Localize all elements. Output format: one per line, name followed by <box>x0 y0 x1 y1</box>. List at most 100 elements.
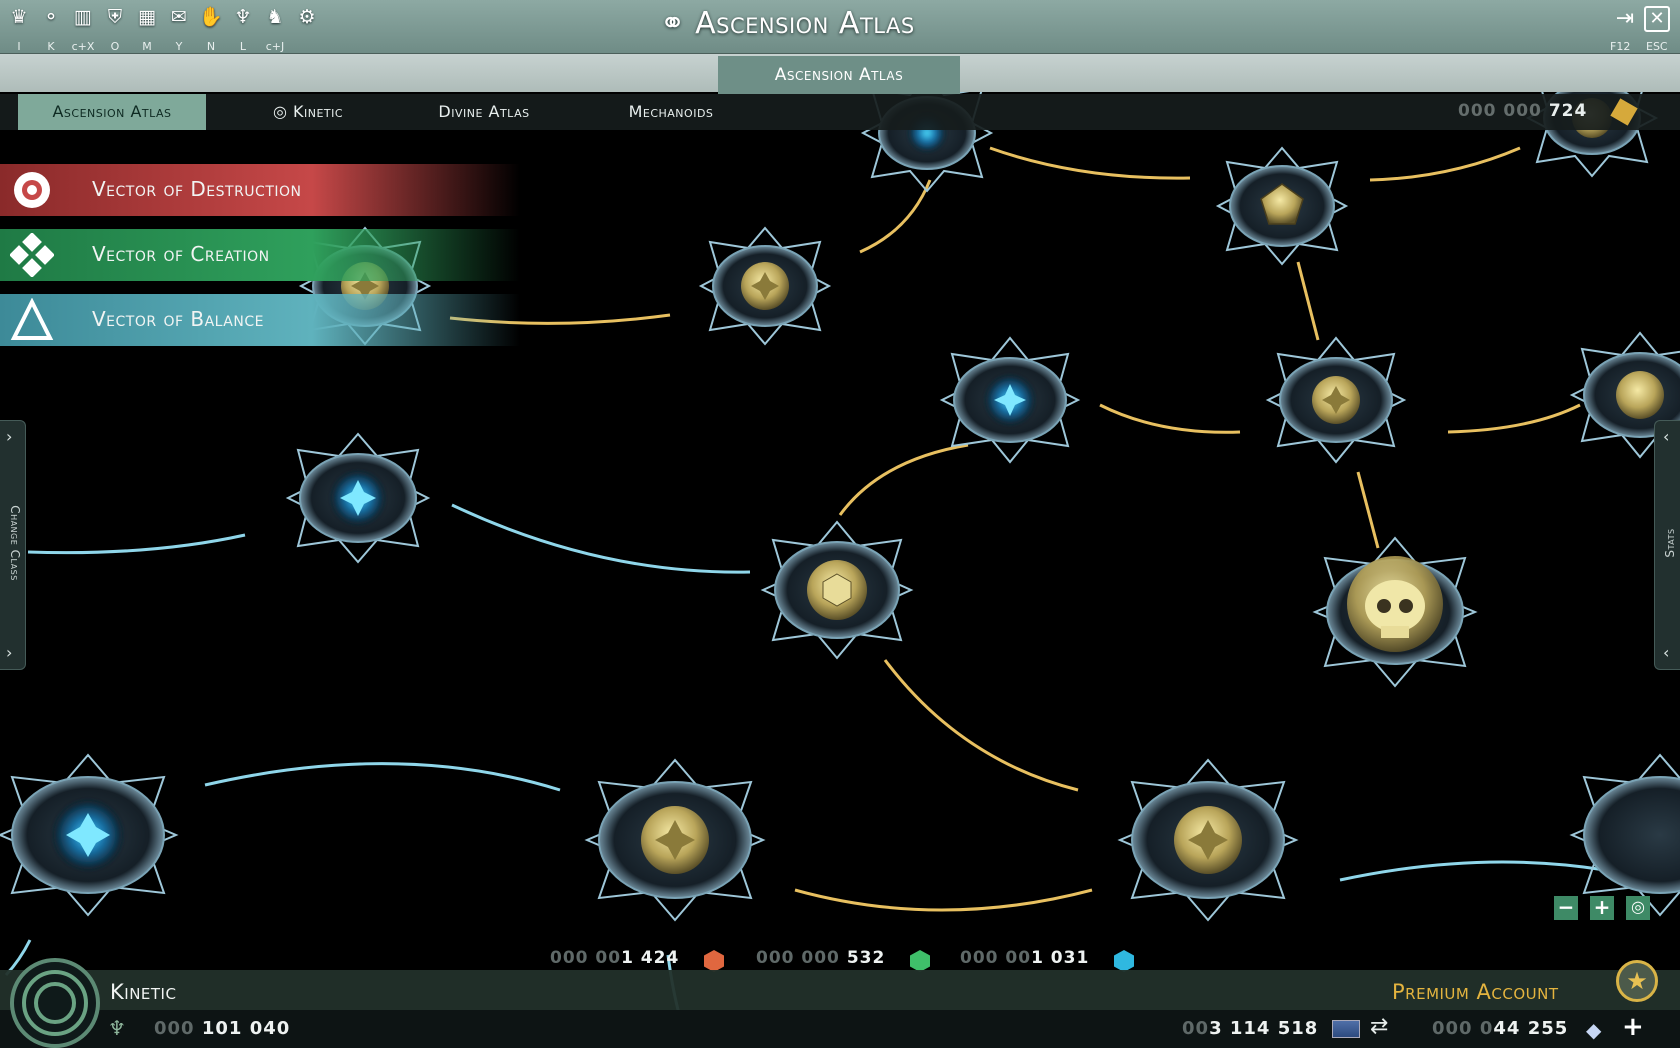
tab-divine-atlas[interactable]: Divine Atlas <box>428 94 540 130</box>
resource-value: 44 255 <box>1493 1018 1569 1039</box>
resource-value: 724 <box>1548 101 1588 121</box>
resource-counter-green: 000 000 532 <box>756 948 885 968</box>
hotkey-label: O <box>110 40 120 53</box>
settings-icon[interactable]: ⚙ <box>294 4 320 30</box>
credits-card-icon <box>1332 1020 1360 1038</box>
resource-padding: 000 0 <box>1432 1018 1494 1039</box>
mount-icon[interactable]: ♞ <box>262 4 288 30</box>
ascension-points-icon: ♆ <box>108 1016 126 1040</box>
network-icon[interactable]: ⚬ <box>38 4 64 30</box>
vector-label: Vector of Destruction <box>92 177 302 201</box>
gold-links <box>449 146 1581 912</box>
center-view-button[interactable]: ◎ <box>1626 896 1650 920</box>
resource-value: 1 424 <box>621 948 680 968</box>
kinetic-icon: ◎ <box>272 102 293 121</box>
zoom-in-button[interactable]: + <box>1590 896 1614 920</box>
window-title: ⚭ Ascension Atlas <box>660 6 915 41</box>
clan-icon[interactable]: ♆ <box>230 4 256 30</box>
vector-creation[interactable]: Vector of Creation <box>0 229 520 281</box>
vector-label: Vector of Creation <box>92 242 270 266</box>
hotkey-label: I <box>17 40 21 53</box>
exchange-icon[interactable]: ⇄ <box>1370 1014 1388 1039</box>
subheader-tab-ascension-atlas[interactable]: Ascension Atlas <box>718 56 960 94</box>
chat-icon[interactable]: ✉ <box>166 4 192 30</box>
atlas-node[interactable] <box>1265 336 1407 464</box>
alert-icon[interactable]: ♛ <box>6 4 32 30</box>
app-title: Ascension Atlas <box>695 6 915 41</box>
atlas-map[interactable] <box>0 0 1680 1048</box>
resource-padding: 000 000 <box>756 948 840 968</box>
resource-padding: 000 00 <box>550 948 622 968</box>
resource-counter-orange: 000 001 424 <box>550 948 679 968</box>
resource-value: 101 040 <box>201 1018 291 1039</box>
ascension-points-counter: 000 101 040 <box>154 1018 290 1039</box>
hotkey-label: M <box>142 40 152 53</box>
resource-value: 3 114 518 <box>1209 1018 1319 1039</box>
atlas-node[interactable] <box>760 520 914 660</box>
change-class-tab[interactable]: › Change Class › <box>0 420 26 670</box>
tab-kinetic[interactable]: ◎ Kinetic <box>258 94 358 130</box>
premium-account-link[interactable]: Premium Account <box>1392 980 1559 1004</box>
map-icon[interactable]: ▦ <box>134 4 160 30</box>
resource-padding: 000 <box>154 1018 195 1039</box>
add-diamonds-button[interactable]: + <box>1622 1012 1644 1042</box>
hotkey-label: Y <box>175 40 183 53</box>
atlas-node[interactable] <box>584 758 766 922</box>
hotkey-label: N <box>206 40 216 53</box>
destruction-spiral-icon <box>14 172 50 208</box>
top-resource-counter: 000 000 724 <box>1458 101 1587 121</box>
hotkey-row: I K c+X O M Y N L c+J <box>6 40 288 53</box>
chevron-left-icon[interactable]: ‹ <box>1663 643 1669 662</box>
resource-value: 532 <box>846 948 886 968</box>
atlas-node[interactable] <box>1215 146 1349 266</box>
armor-icon[interactable]: ⛨ <box>102 4 128 30</box>
hotkey-f12: F12 <box>1610 40 1631 53</box>
hotkey-label: L <box>239 40 247 53</box>
kinetic-class-emblem[interactable] <box>10 958 100 1048</box>
atlas-node[interactable] <box>0 753 179 917</box>
class-name: Kinetic <box>110 980 177 1004</box>
atlas-node[interactable] <box>1569 753 1680 917</box>
hotkey-label: c+X <box>71 40 95 53</box>
diamonds-counter: 000 044 255 <box>1432 1018 1568 1039</box>
atlas-node[interactable] <box>698 226 832 346</box>
resource-padding: 000 00 <box>960 948 1032 968</box>
tab-ascension-atlas[interactable]: Ascension Atlas <box>18 94 206 130</box>
chevron-left-icon[interactable]: ‹ <box>1663 427 1669 446</box>
tab-label: Kinetic <box>292 102 344 121</box>
atlas-node[interactable] <box>1312 536 1478 688</box>
resource-value: 1 031 <box>1031 948 1090 968</box>
atlas-network-icon: ⚭ <box>660 6 686 41</box>
resource-padding: 000 000 <box>1458 101 1542 121</box>
stats-tab[interactable]: ‹ Stats ‹ <box>1654 420 1680 670</box>
stats-icon[interactable]: ▥ <box>70 4 96 30</box>
atlas-node[interactable] <box>939 336 1081 464</box>
chevron-right-icon[interactable]: › <box>6 643 12 662</box>
stats-label: Stats <box>1663 528 1677 558</box>
atlas-node[interactable] <box>285 432 431 564</box>
creation-diamond-icon <box>10 233 54 277</box>
tab-bar <box>0 94 1680 130</box>
premium-star-icon[interactable]: ★ <box>1616 960 1658 1002</box>
close-icon[interactable]: ✕ <box>1644 6 1670 32</box>
change-class-label: Change Class <box>8 505 22 581</box>
vector-destruction[interactable]: Vector of Destruction <box>0 164 520 216</box>
zoom-out-button[interactable]: − <box>1554 896 1578 920</box>
hotkey-label: c+J <box>265 40 285 53</box>
emblem-ring <box>34 982 76 1024</box>
vector-balance[interactable]: Vector of Balance <box>0 294 520 346</box>
chevron-right-icon[interactable]: › <box>6 427 12 446</box>
exit-icon[interactable]: ⇥ <box>1612 6 1638 32</box>
hotkey-esc: ESC <box>1646 40 1668 53</box>
resource-padding: 00 <box>1182 1018 1210 1039</box>
tab-mechanoids[interactable]: Mechanoids <box>616 94 726 130</box>
balance-triangle-icon <box>10 298 54 340</box>
diamond-icon: ◆ <box>1586 1018 1602 1042</box>
credits-counter: 003 114 518 <box>1182 1018 1318 1039</box>
handshake-icon[interactable]: ✋ <box>198 4 224 30</box>
vector-label: Vector of Balance <box>92 307 264 331</box>
resource-counter-blue: 000 001 031 <box>960 948 1089 968</box>
hotkey-label: K <box>47 40 55 53</box>
atlas-node[interactable] <box>1117 758 1299 922</box>
top-icon-bar: ♛ ⚬ ▥ ⛨ ▦ ✉ ✋ ♆ ♞ ⚙ <box>6 4 320 30</box>
